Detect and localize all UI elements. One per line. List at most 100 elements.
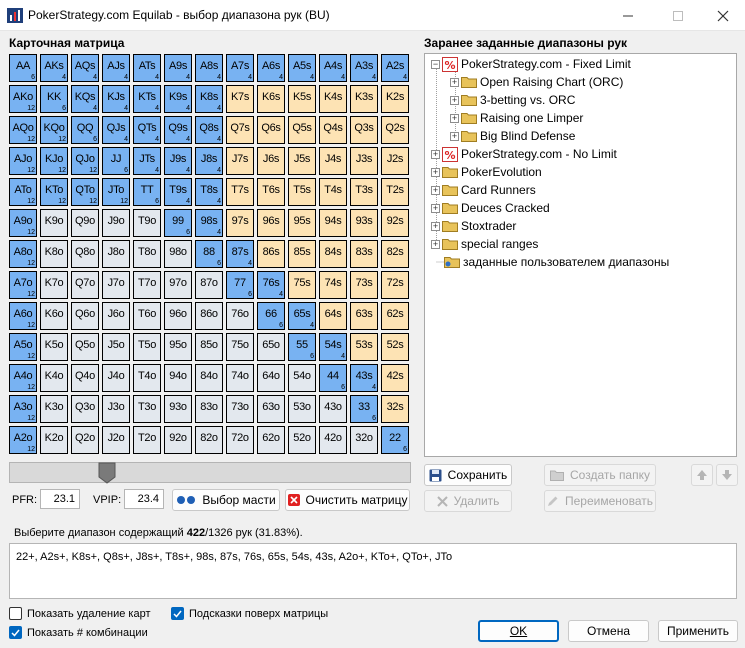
matrix-cell[interactable]: 43o (319, 395, 347, 423)
matrix-cell[interactable]: J8o (102, 240, 130, 268)
tree-node-orc[interactable]: + Open Raising Chart (ORC) (450, 74, 623, 90)
matrix-cell[interactable]: 52o (288, 426, 316, 454)
matrix-cell[interactable]: J9o (102, 209, 130, 237)
suit-selection-button[interactable]: Выбор масти (172, 489, 280, 511)
matrix-cell[interactable]: Q6s (257, 116, 285, 144)
matrix-cell[interactable]: T7s (226, 178, 254, 206)
matrix-cell[interactable]: T8s 4 (195, 178, 223, 206)
matrix-cell[interactable]: J7s (226, 147, 254, 175)
matrix-cell[interactable]: 73o (226, 395, 254, 423)
matrix-cell[interactable]: 32s (381, 395, 409, 423)
matrix-cell[interactable]: 88 6 (195, 240, 223, 268)
matrix-cell[interactable]: K8s 4 (195, 85, 223, 113)
matrix-cell[interactable]: KJs 4 (102, 85, 130, 113)
matrix-cell[interactable]: A4s 4 (319, 54, 347, 82)
matrix-cell[interactable]: A2o 12 (9, 426, 37, 454)
expand-icon[interactable]: + (450, 77, 459, 87)
matrix-cell[interactable]: 98o (164, 240, 192, 268)
matrix-cell[interactable]: 84o (195, 364, 223, 392)
matrix-cell[interactable]: 22 6 (381, 426, 409, 454)
expand-icon[interactable]: + (431, 239, 440, 249)
matrix-cell[interactable]: 72s (381, 271, 409, 299)
expand-icon[interactable]: + (450, 131, 459, 141)
matrix-cell[interactable]: K7o (40, 271, 68, 299)
matrix-cell[interactable]: T3s (350, 178, 378, 206)
show-removal-checkbox[interactable]: Показать удаление карт (9, 607, 151, 620)
range-slider-track[interactable] (9, 462, 411, 483)
ok-button[interactable]: OK (478, 620, 559, 642)
matrix-cell[interactable]: 85s (288, 240, 316, 268)
matrix-cell[interactable]: 42o (319, 426, 347, 454)
matrix-cell[interactable]: K3s (350, 85, 378, 113)
matrix-cell[interactable]: 63s (350, 302, 378, 330)
matrix-cell[interactable]: 65s 4 (288, 302, 316, 330)
matrix-cell[interactable]: Q5o (71, 333, 99, 361)
matrix-cell[interactable]: J4o (102, 364, 130, 392)
matrix-cell[interactable]: T9s 4 (164, 178, 192, 206)
matrix-cell[interactable]: Q7s (226, 116, 254, 144)
matrix-cell[interactable]: A6o 12 (9, 302, 37, 330)
matrix-cell[interactable]: J7o (102, 271, 130, 299)
matrix-cell[interactable]: 82s (381, 240, 409, 268)
matrix-cell[interactable]: 97s (226, 209, 254, 237)
matrix-cell[interactable]: A9s 4 (164, 54, 192, 82)
matrix-cell[interactable]: T4o (133, 364, 161, 392)
matrix-cell[interactable]: 54o (288, 364, 316, 392)
tree-node-pokerevolution[interactable]: + PokerEvolution (431, 164, 542, 180)
tree-node-stoxtrader[interactable]: + Stoxtrader (431, 218, 516, 234)
matrix-cell[interactable]: 72o (226, 426, 254, 454)
range-slider-thumb[interactable] (98, 462, 116, 484)
matrix-cell[interactable]: KQo 12 (40, 116, 68, 144)
matrix-cell[interactable]: KQs 4 (71, 85, 99, 113)
matrix-cell[interactable]: T5o (133, 333, 161, 361)
matrix-cell[interactable]: Q9s 4 (164, 116, 192, 144)
matrix-cell[interactable]: AKo 12 (9, 85, 37, 113)
matrix-cell[interactable]: 85o (195, 333, 223, 361)
matrix-cell[interactable]: K4s (319, 85, 347, 113)
matrix-cell[interactable]: 43s 4 (350, 364, 378, 392)
matrix-cell[interactable]: K9o (40, 209, 68, 237)
matrix-cell[interactable]: Q8o (71, 240, 99, 268)
matrix-cell[interactable]: AA 6 (9, 54, 37, 82)
matrix-cell[interactable]: 86o (195, 302, 223, 330)
matrix-cell[interactable]: 75o (226, 333, 254, 361)
matrix-cell[interactable]: JJ 6 (102, 147, 130, 175)
expand-icon[interactable]: + (431, 167, 440, 177)
matrix-cell[interactable]: T7o (133, 271, 161, 299)
matrix-cell[interactable]: T9o (133, 209, 161, 237)
expand-icon[interactable]: + (431, 221, 440, 231)
matrix-cell[interactable]: 82o (195, 426, 223, 454)
matrix-cell[interactable]: QJs 4 (102, 116, 130, 144)
matrix-cell[interactable]: J4s (319, 147, 347, 175)
matrix-cell[interactable]: 74s (319, 271, 347, 299)
matrix-cell[interactable]: 53s (350, 333, 378, 361)
matrix-cell[interactable]: A5s 4 (288, 54, 316, 82)
matrix-cell[interactable]: J6o (102, 302, 130, 330)
matrix-cell[interactable]: 52s (381, 333, 409, 361)
matrix-cell[interactable]: 63o (257, 395, 285, 423)
matrix-cell[interactable]: AQo 12 (9, 116, 37, 144)
matrix-cell[interactable]: 96o (164, 302, 192, 330)
minimize-button[interactable] (605, 0, 651, 31)
matrix-cell[interactable]: K2o (40, 426, 68, 454)
matrix-cell[interactable]: 62o (257, 426, 285, 454)
matrix-cell[interactable]: J3s (350, 147, 378, 175)
matrix-cell[interactable]: J6s (257, 147, 285, 175)
matrix-cell[interactable]: J8s 4 (195, 147, 223, 175)
matrix-cell[interactable]: Q4s (319, 116, 347, 144)
matrix-cell[interactable]: JTs 4 (133, 147, 161, 175)
matrix-cell[interactable]: 96s (257, 209, 285, 237)
matrix-cell[interactable]: AQs 4 (71, 54, 99, 82)
matrix-cell[interactable]: J9s 4 (164, 147, 192, 175)
matrix-cell[interactable]: A8o 12 (9, 240, 37, 268)
matrix-cell[interactable]: A2s 4 (381, 54, 409, 82)
tree-node-special-ranges[interactable]: + special ranges (431, 236, 538, 252)
matrix-cell[interactable]: Q7o (71, 271, 99, 299)
matrix-cell[interactable]: 94s (319, 209, 347, 237)
matrix-cell[interactable]: T5s (288, 178, 316, 206)
matrix-cell[interactable]: Q3s (350, 116, 378, 144)
matrix-cell[interactable]: A7s 4 (226, 54, 254, 82)
matrix-cell[interactable]: K3o (40, 395, 68, 423)
matrix-cell[interactable]: 94o (164, 364, 192, 392)
matrix-cell[interactable]: Q4o (71, 364, 99, 392)
